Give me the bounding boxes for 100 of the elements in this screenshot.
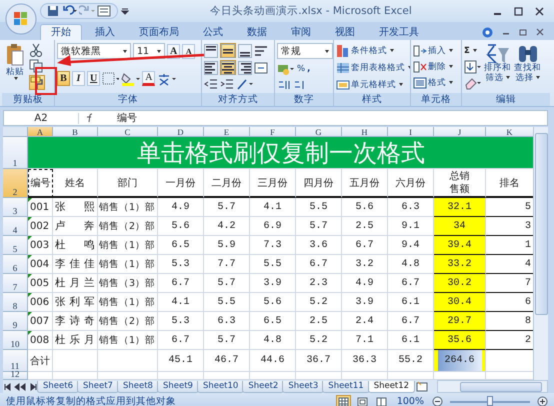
ribbon-tab[interactable]: 审阅	[280, 24, 322, 40]
row-number[interactable]: 5	[3, 236, 28, 255]
sheet-tab[interactable]: Sheet7	[76, 380, 119, 392]
cells-menu-button[interactable]: 插入	[413, 43, 453, 58]
horizontal-align-button[interactable]	[238, 60, 252, 75]
maximize-icon[interactable]	[514, 6, 523, 16]
column-letter[interactable]: C	[98, 127, 158, 137]
table-cell: 合计	[28, 350, 53, 372]
row-number[interactable]: 6	[3, 255, 28, 274]
percent-button[interactable]: %	[297, 61, 306, 76]
zoom-out-icon[interactable]	[432, 396, 443, 406]
row-number[interactable]: 4	[3, 217, 28, 236]
bold-button[interactable]: B	[57, 71, 70, 86]
column-letter[interactable]: A	[28, 127, 53, 137]
form-icon[interactable]	[97, 5, 111, 17]
cells-menu-button[interactable]: 格式	[413, 75, 453, 90]
vertical-align-button[interactable]	[204, 43, 218, 58]
column-letter[interactable]: B	[53, 127, 98, 137]
vertical-align-button[interactable]	[220, 43, 236, 58]
save-icon[interactable]	[47, 5, 59, 17]
row-number[interactable]: 2	[3, 169, 28, 198]
horizontal-scrollbar[interactable]	[437, 380, 548, 393]
cells-menu-button[interactable]: 删除	[413, 59, 453, 74]
horizontal-align-button[interactable]	[204, 60, 218, 75]
sort-filter-button[interactable]: 排序和 筛选	[483, 43, 512, 93]
row-number[interactable]: 12	[3, 372, 28, 380]
column-letter[interactable]: G	[296, 127, 342, 137]
sheet-tab[interactable]: Sheet2	[242, 380, 284, 392]
style-menu-button[interactable]: 单元格样式	[336, 77, 410, 92]
sheet-tab[interactable]: Sheet10	[196, 380, 244, 392]
decrease-indent-icon[interactable]	[204, 77, 218, 91]
wrap-text-icon[interactable]	[254, 44, 268, 58]
comma-button[interactable]: ,	[307, 61, 310, 76]
column-letter[interactable]: K	[486, 127, 534, 137]
phonetic-guide-icon[interactable]	[157, 72, 176, 86]
underline-button[interactable]: U	[87, 71, 100, 86]
vertical-scrollbar[interactable]	[533, 127, 548, 380]
close-icon[interactable]	[536, 28, 544, 36]
row-number[interactable]: 9	[3, 312, 28, 331]
table-cell: 32.1	[434, 198, 486, 217]
row-number[interactable]: 11	[3, 350, 28, 372]
ribbon-tab[interactable]: 开始	[40, 24, 82, 40]
find-select-button[interactable]: 查找和 选择	[513, 43, 542, 93]
row-number[interactable]: 3	[3, 198, 28, 217]
fill-down-icon[interactable]	[464, 60, 482, 74]
ribbon-tab[interactable]: 公式	[192, 24, 234, 40]
zoom-in-icon[interactable]	[537, 396, 548, 406]
sheet-tab[interactable]: Sheet6	[37, 380, 79, 392]
sheet-tab[interactable]: Sheet8	[116, 380, 159, 392]
row-number[interactable]: 7	[3, 274, 28, 293]
help-icon[interactable]	[482, 26, 493, 38]
insert-sheet-icon[interactable]	[415, 381, 430, 392]
vertical-align-button[interactable]	[238, 43, 252, 58]
orientation-icon[interactable]	[236, 77, 254, 91]
copy-icon[interactable]	[29, 59, 43, 73]
office-button-icon[interactable]	[5, 3, 37, 35]
table-cell: 6.9	[250, 217, 296, 236]
font-color-button[interactable]: A	[142, 71, 156, 86]
eraser-icon[interactable]	[464, 76, 482, 90]
row-number[interactable]: 8	[3, 293, 28, 312]
merge-cells-icon[interactable]	[254, 60, 268, 74]
restore-icon[interactable]	[519, 28, 527, 36]
sheet-tab[interactable]: Sheet3	[282, 380, 324, 392]
column-letter[interactable]: F	[250, 127, 296, 137]
ribbon-tab[interactable]: 视图	[324, 24, 366, 40]
column-letter[interactable]: E	[204, 127, 250, 137]
fill-color-icon[interactable]	[121, 72, 140, 86]
number-format-combo[interactable]: 常规	[277, 43, 333, 59]
row-number[interactable]: 10	[3, 331, 28, 350]
font-name-combo[interactable]: 微软雅黑	[57, 43, 131, 59]
column-letter[interactable]: I	[388, 127, 434, 137]
autosum-button[interactable]: Σ	[464, 43, 482, 58]
view-button[interactable]	[336, 394, 351, 406]
sheet-tab[interactable]: Sheet11	[322, 380, 370, 392]
view-button[interactable]	[354, 394, 370, 406]
ribbon-tab[interactable]: 数据	[236, 24, 278, 40]
paste-button[interactable]: 粘贴	[4, 43, 26, 93]
zoom-slider-thumb[interactable]	[487, 396, 493, 406]
column-letter[interactable]: D	[158, 127, 204, 137]
row-number[interactable]: 1	[3, 137, 28, 169]
sheet-tab[interactable]: Sheet9	[156, 380, 199, 392]
ribbon-tab[interactable]: 开发工具	[368, 24, 430, 40]
ribbon-tab[interactable]: 插入	[84, 24, 126, 40]
increase-indent-icon[interactable]	[220, 77, 234, 91]
cut-icon[interactable]	[29, 43, 43, 57]
table-cell: 张 熙	[53, 198, 98, 217]
sheet-nav-arrows-icon[interactable]	[3, 382, 39, 392]
horizontal-align-button[interactable]	[220, 60, 236, 75]
italic-button[interactable]: I	[72, 71, 85, 86]
undo-icon[interactable]	[61, 5, 77, 17]
column-letter[interactable]: J	[434, 127, 486, 137]
view-button[interactable]	[374, 394, 389, 406]
sheet-tab[interactable]: Sheet12	[368, 380, 416, 392]
column-letter[interactable]: H	[342, 127, 388, 137]
border-icon[interactable]	[102, 72, 120, 86]
increase-decimal-icon[interactable]	[277, 78, 291, 92]
close-icon[interactable]	[535, 6, 544, 16]
style-menu-button[interactable]: 条件格式	[336, 43, 410, 58]
customize-toolbar-icon[interactable]	[121, 7, 129, 15]
ribbon-tab[interactable]: 页面布局	[128, 24, 190, 40]
